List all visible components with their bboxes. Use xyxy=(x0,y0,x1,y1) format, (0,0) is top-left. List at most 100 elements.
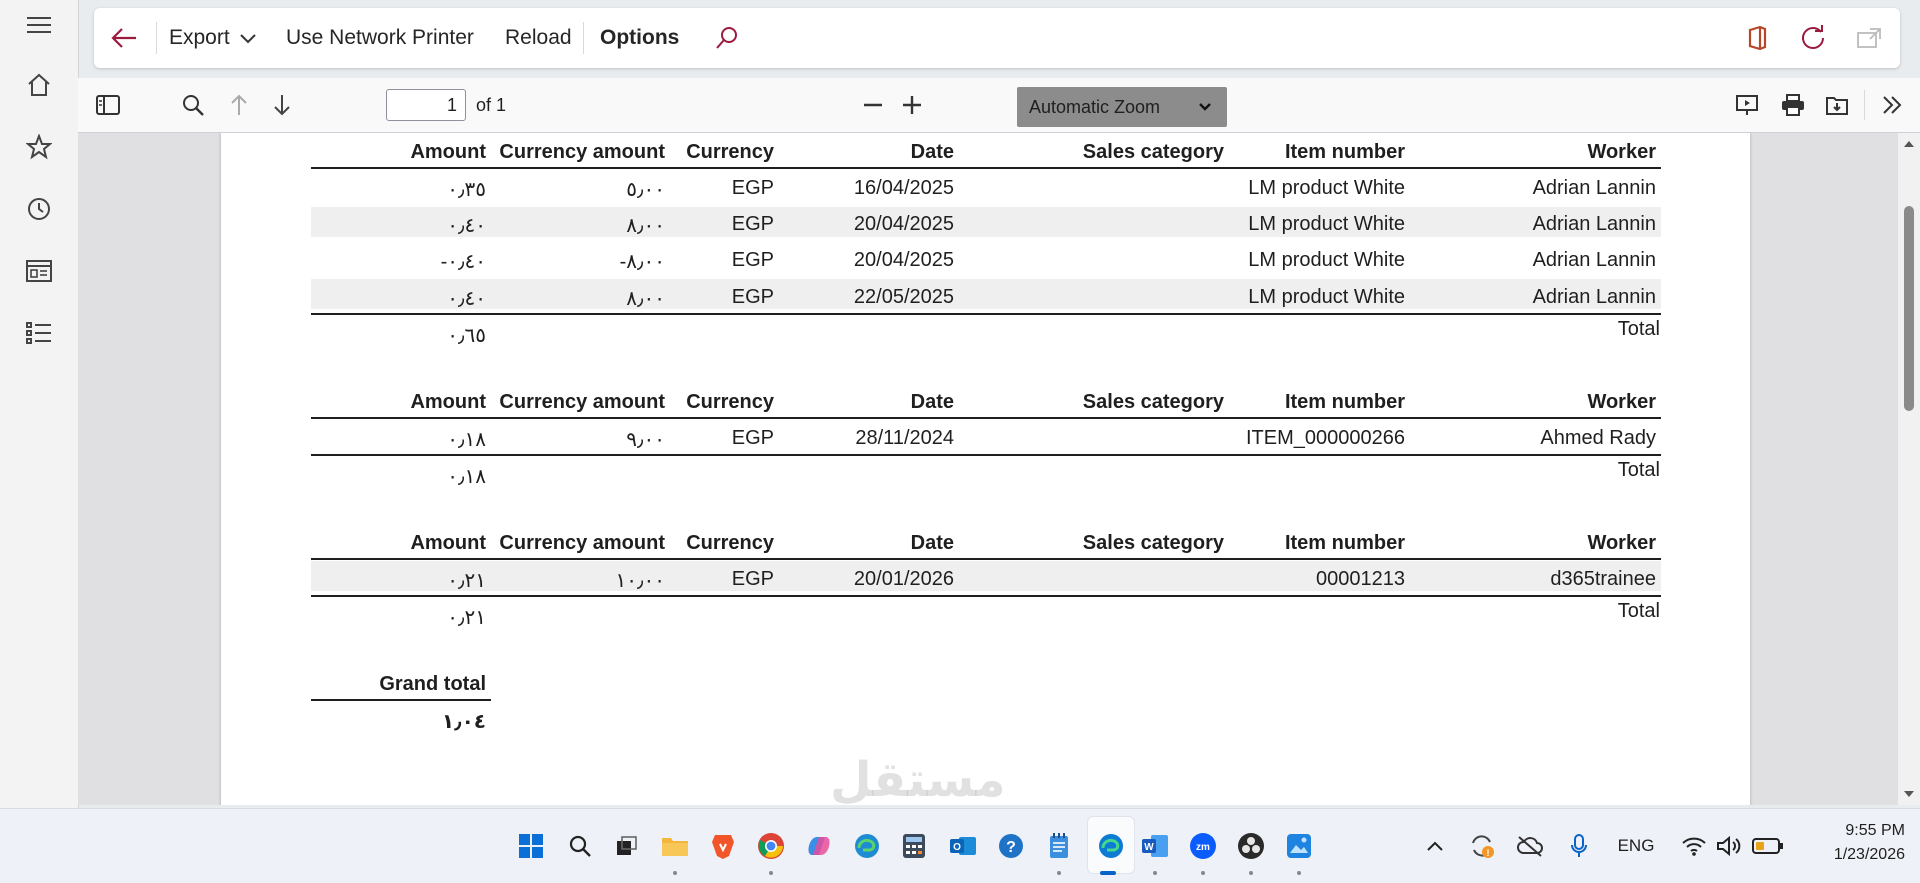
cell-date: 22/05/2025 xyxy=(853,286,954,308)
windows-logo-icon xyxy=(519,834,543,858)
cell-currency: EGP xyxy=(731,213,774,235)
show-hidden-icons-button[interactable] xyxy=(1418,829,1452,863)
presentation-icon xyxy=(1736,95,1758,115)
zoom-select[interactable]: Automatic Zoom xyxy=(1017,87,1227,127)
save-button[interactable] xyxy=(1819,78,1855,132)
cell-currency-amount: ٨٫٠٠ xyxy=(626,215,665,237)
cell-item-number: ITEM_000000266 xyxy=(1245,427,1405,449)
tools-menu-button[interactable] xyxy=(1874,78,1910,132)
header-rule xyxy=(311,558,1661,560)
volume-button[interactable] xyxy=(1712,829,1746,863)
header-currency: Currency xyxy=(686,141,774,163)
svg-text:zm: zm xyxy=(1196,842,1210,853)
office-button[interactable] xyxy=(1746,8,1768,68)
cell-worker: Adrian Lannin xyxy=(1532,213,1656,235)
chrome-button[interactable] xyxy=(754,829,788,863)
cell-currency-amount: ٩٫٠٠ xyxy=(626,429,665,451)
export-label: Export xyxy=(169,26,230,49)
file-explorer-button[interactable] xyxy=(658,829,692,863)
search-button[interactable] xyxy=(714,8,740,68)
header-rule xyxy=(311,167,1661,169)
calculator-icon xyxy=(903,834,925,858)
use-network-printer-button[interactable]: Use Network Printer xyxy=(286,8,474,68)
edge-button[interactable] xyxy=(1094,829,1128,863)
edge-beta-button[interactable] xyxy=(850,829,884,863)
sidebar-toggle-button[interactable] xyxy=(88,78,128,132)
help-button[interactable]: ? xyxy=(994,829,1028,863)
calculator-button[interactable] xyxy=(897,829,931,863)
total-rule xyxy=(311,313,1661,315)
print-button[interactable] xyxy=(1775,78,1811,132)
group-total-value: ٠٫١٨ xyxy=(447,466,486,488)
clock-icon[interactable] xyxy=(18,188,60,230)
brave-button[interactable] xyxy=(706,829,740,863)
copilot-button[interactable] xyxy=(802,829,836,863)
grand-total-value: ١٫٠٤ xyxy=(441,711,486,733)
options-button[interactable]: Options xyxy=(600,8,679,68)
pdf-toolbar: 1 of 1 Automatic Zoom xyxy=(78,78,1920,133)
header-currency-amount: Currency amount xyxy=(499,141,665,163)
header-currency: Currency xyxy=(686,532,774,554)
cell-currency-amount: ١٠٫٠٠ xyxy=(615,570,665,592)
task-view-button[interactable] xyxy=(609,829,643,863)
scrollbar-thumb[interactable] xyxy=(1904,206,1914,411)
cell-date: 20/04/2025 xyxy=(853,249,954,271)
taskbar-search-button[interactable] xyxy=(563,829,597,863)
total-rule xyxy=(311,595,1661,597)
total-rule xyxy=(311,454,1661,456)
list-icon[interactable] xyxy=(18,312,60,354)
edge-icon xyxy=(1099,834,1123,858)
wifi-button[interactable] xyxy=(1677,829,1711,863)
svg-text:O: O xyxy=(953,842,961,853)
battery-button[interactable] xyxy=(1751,829,1785,863)
svg-text:!: ! xyxy=(1487,848,1490,858)
cell-currency: EGP xyxy=(731,286,774,308)
input-language[interactable]: ENG xyxy=(1606,829,1666,863)
action-toolbar: Export Use Network Printer Reload Option… xyxy=(94,8,1900,68)
menu-icon[interactable] xyxy=(18,4,60,46)
scroll-up-arrow-icon xyxy=(1904,141,1914,147)
save-icon xyxy=(1826,97,1848,115)
print-icon xyxy=(1782,94,1804,116)
star-icon[interactable] xyxy=(18,126,60,168)
obs-button[interactable] xyxy=(1234,829,1268,863)
onedrive-button[interactable] xyxy=(1513,829,1547,863)
page-number-input[interactable]: 1 xyxy=(386,89,466,121)
vertical-scrollbar[interactable] xyxy=(1898,133,1920,805)
taskbar-date: 1/23/2026 xyxy=(1833,846,1905,863)
export-button[interactable]: Export xyxy=(169,8,258,68)
word-button[interactable]: W xyxy=(1138,829,1172,863)
refresh-button[interactable] xyxy=(1799,8,1827,68)
start-button[interactable] xyxy=(514,829,548,863)
cell-date: 20/04/2025 xyxy=(853,213,954,235)
open-new-window-button[interactable] xyxy=(1856,8,1882,68)
total-label: Total xyxy=(1617,459,1660,481)
zoom-out-button[interactable] xyxy=(855,78,891,132)
previous-page-button[interactable] xyxy=(221,78,257,132)
microphone-button[interactable] xyxy=(1562,829,1596,863)
back-button[interactable] xyxy=(110,8,138,68)
cell-worker: Adrian Lannin xyxy=(1532,286,1656,308)
clock-area[interactable]: 9:55 PM 1/23/2026 xyxy=(1795,819,1905,873)
notepad-button[interactable] xyxy=(1042,829,1076,863)
presentation-mode-button[interactable] xyxy=(1729,78,1765,132)
cloud-offline-icon xyxy=(1517,836,1543,857)
find-button[interactable] xyxy=(173,78,213,132)
obs-icon xyxy=(1238,833,1264,859)
photos-button[interactable] xyxy=(1282,829,1316,863)
zoom-in-button[interactable] xyxy=(894,78,930,132)
cell-item-number: 00001213 xyxy=(1316,568,1405,590)
header-amount: Amount xyxy=(410,532,486,554)
home-icon[interactable] xyxy=(18,64,60,106)
zoom-app-button[interactable]: zm xyxy=(1186,829,1220,863)
total-label: Total xyxy=(1617,600,1660,622)
nav-rail xyxy=(0,0,79,808)
outlook-button[interactable]: O xyxy=(946,829,980,863)
next-page-button[interactable] xyxy=(264,78,300,132)
cell-currency-amount: ٨٫٠٠ xyxy=(626,288,665,310)
workspace-icon[interactable] xyxy=(18,250,60,292)
arrow-up-icon xyxy=(231,94,247,115)
header-amount: Amount xyxy=(410,141,486,163)
sync-button[interactable]: ! xyxy=(1465,829,1499,863)
reload-button[interactable]: Reload xyxy=(505,8,572,68)
